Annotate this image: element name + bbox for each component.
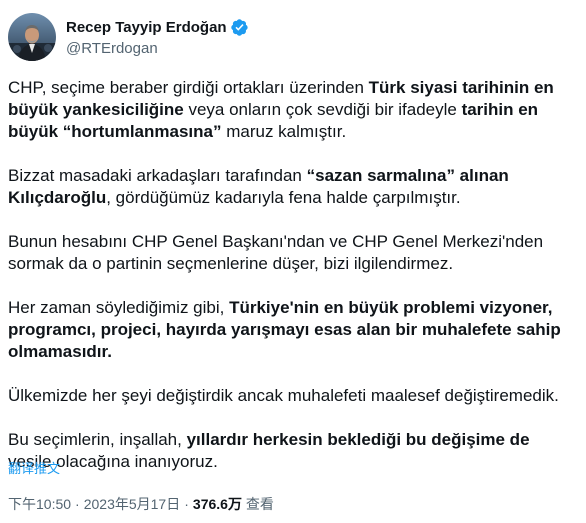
tweet-text-run: maruz kalmıştır. bbox=[221, 122, 347, 141]
tweet-paragraph: Bizzat masadaki arkadaşları tarafından “… bbox=[8, 165, 576, 209]
translate-tweet-link[interactable]: 翻译推文 bbox=[8, 458, 60, 477]
tweet-paragraph: Her zaman söylediğimiz gibi, Türkiye'nin… bbox=[8, 297, 576, 363]
tweet-paragraph: Bu seçimlerin, inşallah, yıllardır herke… bbox=[8, 429, 576, 473]
tweet-text-run: Her zaman söylediğimiz gibi, bbox=[8, 298, 230, 317]
views-label: 查看 bbox=[245, 496, 274, 512]
tweet-text-run: , gördüğümüz kadarıyla fena halde çarpıl… bbox=[106, 188, 461, 207]
tweet-paragraph: Bunun hesabını CHP Genel Başkanı'ndan ve… bbox=[8, 231, 576, 275]
verified-badge-icon bbox=[230, 18, 249, 37]
meta-separator: · bbox=[75, 496, 80, 512]
tweet-paragraph: Ülkemizde her şeyi değiştirdik ancak muh… bbox=[8, 385, 576, 407]
tweet-meta: 下午10:50 · 2023年5月17日 · 376.6万 查看 bbox=[8, 494, 274, 514]
tweet-time[interactable]: 下午10:50 bbox=[8, 496, 71, 512]
tweet-text-run: Ülkemizde her şeyi değiştirdik ancak muh… bbox=[8, 386, 559, 405]
author-avatar[interactable] bbox=[8, 13, 56, 61]
tweet-text-bold: yıllardır herkesin beklediği bu değişime… bbox=[186, 430, 530, 449]
tweet-text: CHP, seçime beraber girdiği ortakları üz… bbox=[8, 77, 576, 473]
tweet-text-run: Bizzat masadaki arkadaşları tarafından bbox=[8, 166, 307, 185]
name-row: Recep Tayyip Erdoğan bbox=[66, 16, 249, 38]
tweet-text-run: Bunun hesabını CHP Genel Başkanı'ndan ve… bbox=[8, 232, 544, 273]
author-identity: Recep Tayyip Erdoğan @RTErdogan bbox=[66, 13, 249, 57]
tweet-header: Recep Tayyip Erdoğan @RTErdogan bbox=[8, 13, 249, 65]
author-handle[interactable]: @RTErdogan bbox=[66, 40, 249, 57]
profile-photo bbox=[8, 13, 56, 61]
tweet-text-run: veya onların çok sevdiği bir ifadeyle bbox=[183, 100, 462, 119]
tweet-text-run: Bu seçimlerin, inşallah, bbox=[8, 430, 187, 449]
tweet-text-run: CHP, seçime beraber girdiği ortakları üz… bbox=[8, 78, 369, 97]
views-count: 376.6万 bbox=[192, 496, 242, 512]
tweet-paragraph: CHP, seçime beraber girdiği ortakları üz… bbox=[8, 77, 576, 143]
tweet-card: Recep Tayyip Erdoğan @RTErdogan CHP, seç… bbox=[0, 0, 586, 523]
tweet-date[interactable]: 2023年5月17日 bbox=[84, 496, 181, 512]
author-display-name[interactable]: Recep Tayyip Erdoğan bbox=[66, 19, 227, 36]
meta-separator: · bbox=[184, 496, 189, 512]
